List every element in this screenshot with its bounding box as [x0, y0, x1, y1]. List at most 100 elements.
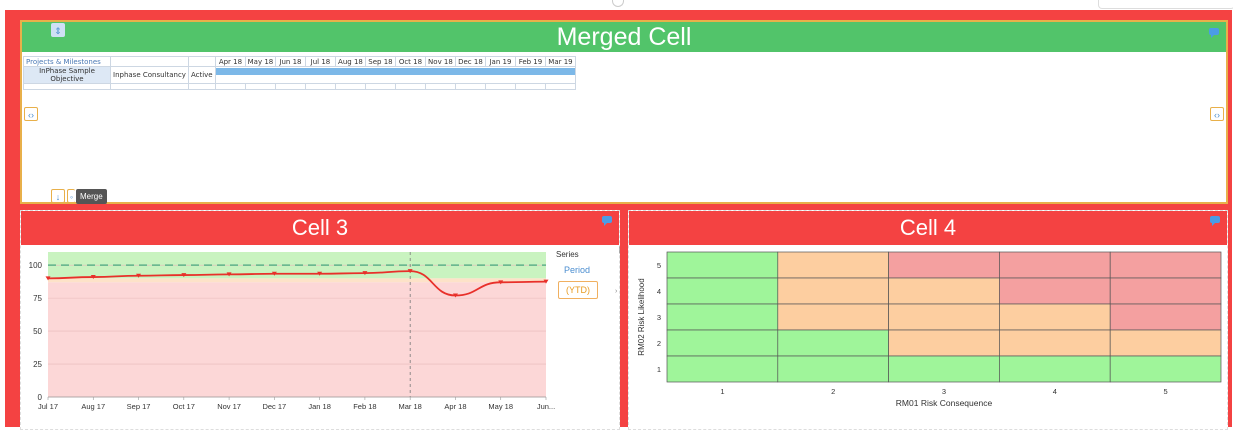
heatmap-cell — [888, 355, 1000, 383]
merge-handle-icon[interactable]: ◦ — [67, 189, 75, 203]
heatmap-cell — [999, 277, 1111, 305]
gantt-spacer — [484, 83, 516, 90]
gantt-month: Feb 19 — [514, 56, 546, 67]
heatmap-cell — [777, 329, 889, 357]
gantt-month: May 18 — [244, 56, 276, 67]
gantt-status: Active — [187, 66, 216, 84]
heatmap-cell — [888, 277, 1000, 305]
x-tick-label: 5 — [1164, 387, 1168, 396]
heatmap-cell — [666, 329, 779, 357]
heatmap-cell — [1109, 355, 1222, 383]
y-tick-label: 50 — [33, 327, 42, 336]
y-axis-title: RM02 Risk Likelihood — [637, 278, 646, 355]
gantt-spacer — [544, 83, 576, 90]
gantt-spacer — [187, 83, 216, 90]
top-controls[interactable] — [1098, 0, 1233, 9]
heatmap-cell — [1109, 251, 1222, 279]
x-tick-label: Apr 18 — [444, 402, 466, 411]
x-tick-label: Jun... — [537, 402, 555, 411]
x-tick-label: Aug 17 — [81, 402, 105, 411]
gantt-spacer — [514, 83, 546, 90]
move-down-icon[interactable]: ↓ — [51, 189, 65, 203]
gantt-objective-line1: InPhase Sample — [39, 67, 95, 75]
y-tick-label: 2 — [657, 339, 661, 348]
gantt-objective-cell[interactable]: InPhase Sample Objective — [23, 66, 111, 84]
gantt-month: Sep 18 — [364, 56, 396, 67]
gantt-spacer — [424, 83, 456, 90]
y-tick-label: 1 — [657, 365, 661, 374]
legend-period[interactable]: Period — [564, 265, 590, 275]
legend-title: Series — [556, 250, 579, 259]
heatmap-cell — [999, 251, 1111, 279]
y-tick-label: 0 — [38, 393, 43, 402]
legend-scroll-icon[interactable]: ▕ — [615, 247, 621, 259]
x-tick-label: 3 — [942, 387, 946, 396]
heatmap-cell — [888, 251, 1000, 279]
heatmap-cell — [777, 277, 889, 305]
x-tick-label: Nov 17 — [217, 402, 241, 411]
gantt-spacer — [454, 83, 486, 90]
gantt-month: Dec 18 — [454, 56, 486, 67]
heatmap-cell — [666, 251, 779, 279]
line-chart: 0 25 50 75 100 Jul 17 Aug 17 Sep 17 Oct 17 Nov 17… — [29, 252, 555, 411]
cell-3-title: Cell 3 — [21, 211, 619, 245]
resize-right-icon[interactable]: ‹› — [1210, 107, 1224, 121]
heatmap-cell — [888, 303, 1000, 331]
x-tick-label: Jan 18 — [308, 402, 331, 411]
comment-icon[interactable] — [1209, 28, 1219, 38]
cell-4-title: Cell 4 — [629, 211, 1227, 245]
merge-tooltip: Merge — [76, 189, 107, 204]
gantt-month: Jan 19 — [484, 56, 516, 67]
gantt-spacer — [244, 83, 276, 90]
x-tick-label: Jul 17 — [38, 402, 58, 411]
gantt-month: Apr 18 — [214, 56, 246, 67]
cell-4: Cell 4 5 4 3 2 1 1 2 3 4 5 RM01 Risk Consequence RM… — [628, 210, 1228, 430]
gantt-spacer — [110, 83, 189, 90]
y-tick-label: 25 — [33, 360, 42, 369]
gantt-header-blank — [110, 56, 189, 67]
gantt-owner: Inphase Consultancy — [110, 66, 189, 84]
y-tick-label: 75 — [33, 294, 42, 303]
comment-icon[interactable] — [1210, 216, 1220, 226]
heatmap-cell — [1109, 329, 1222, 357]
x-tick-label: Feb 18 — [353, 402, 376, 411]
gantt-spacer — [334, 83, 366, 90]
x-tick-label: Mar 18 — [399, 402, 422, 411]
gantt-timeline-row — [214, 66, 576, 84]
gantt-month: Nov 18 — [424, 56, 456, 67]
gantt-month: Oct 18 — [394, 56, 426, 67]
x-tick-label: Dec 17 — [262, 402, 286, 411]
x-tick-label: May 18 — [488, 402, 513, 411]
legend-ytd[interactable]: (YTD) — [558, 281, 598, 299]
x-axis-title: RM01 Risk Consequence — [896, 398, 993, 408]
gantt-spacer — [364, 83, 396, 90]
heatmap-cell — [1109, 277, 1222, 305]
heatmap-cell — [666, 355, 779, 383]
merged-cell-title: Merged Cell — [22, 22, 1226, 52]
gantt-bar[interactable] — [215, 68, 575, 75]
y-tick-label: 100 — [29, 261, 43, 270]
legend-next-icon[interactable]: › — [615, 288, 621, 300]
move-up-icon[interactable]: ⇕ — [51, 23, 65, 37]
resize-left-icon[interactable]: ‹› — [24, 107, 38, 121]
heatmap-cell — [999, 303, 1111, 331]
heatmap-cell — [999, 355, 1111, 383]
heatmap-cell — [888, 329, 1000, 357]
gantt-header-blank — [187, 56, 216, 67]
y-tick-label: 3 — [657, 313, 661, 322]
x-tick-label: 1 — [720, 387, 724, 396]
gantt-month: Jun 18 — [274, 56, 306, 67]
gantt-spacer — [304, 83, 336, 90]
heatmap-cell — [1109, 303, 1222, 331]
gantt-month: Aug 18 — [334, 56, 366, 67]
gantt-spacer — [274, 83, 306, 90]
dashboard-canvas: Merged Cell ⇕ ‹› ‹› ↓ ◦ Merge Projects &… — [5, 10, 1232, 430]
x-tick-label: Sep 17 — [127, 402, 151, 411]
gantt-header-projects: Projects & Milestones — [23, 56, 111, 67]
y-tick-label: 4 — [657, 287, 661, 296]
comment-icon[interactable] — [602, 216, 612, 226]
x-tick-label: 4 — [1053, 387, 1057, 396]
heatmap-cell — [999, 329, 1111, 357]
chart-band-orange — [48, 278, 546, 283]
heatmap-cell — [666, 277, 779, 305]
